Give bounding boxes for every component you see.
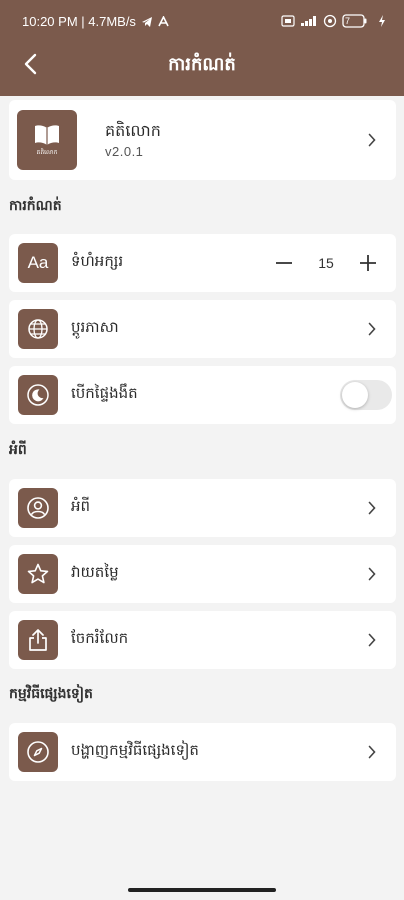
more-apps-label: បង្ហាញកម្មវិធីផ្សេងទៀត <box>71 741 199 759</box>
rate-label: វាយតម្លៃ <box>71 563 119 581</box>
app-header: 10:20 PM | 4.7MB/s 7 ការកំណត់ <box>0 0 404 96</box>
font-size-label: ទំហំអក្សរ <box>71 252 124 270</box>
app-version: v2.0.1 <box>105 144 144 159</box>
increase-font-button[interactable] <box>354 249 382 277</box>
moon-icon <box>18 375 58 415</box>
more-apps-section-label: កម្មវិធីផ្សេងទៀត <box>9 686 93 702</box>
compass-icon <box>18 732 58 772</box>
charging-icon <box>378 15 386 27</box>
share-label: ចែករំលែក <box>71 629 129 647</box>
hotspot-icon <box>323 14 337 28</box>
share-icon <box>18 620 58 660</box>
about-label: អំពី <box>71 497 91 515</box>
plus-icon <box>360 255 376 271</box>
book-icon <box>35 124 59 145</box>
app-bar: ការកំណត់ <box>0 42 404 86</box>
chevron-right-icon <box>366 744 378 760</box>
font-size-row: Aa ទំហំអក្សរ 15 <box>9 234 396 292</box>
status-time-speed: 10:20 PM | 4.7MB/s <box>22 14 136 29</box>
app-name: គតិលោក <box>105 121 161 140</box>
chevron-right-icon <box>366 566 378 582</box>
toggle-knob <box>342 382 368 408</box>
settings-section-label: ការកំណត់ <box>9 198 62 214</box>
signal-icon <box>300 15 318 27</box>
dark-mode-label: បើកផ្ទៃងងឹត <box>71 384 138 402</box>
telegram-icon <box>141 16 153 28</box>
chevron-right-icon <box>366 500 378 516</box>
more-apps-row[interactable]: បង្ហាញកម្មវិធីផ្សេងទៀត <box>9 723 396 781</box>
app-info-card[interactable]: គតិលោក គតិលោក v2.0.1 <box>9 100 396 180</box>
about-section-label: អំពី <box>9 442 27 458</box>
dark-mode-toggle[interactable] <box>340 380 392 410</box>
star-icon <box>18 554 58 594</box>
user-circle-icon <box>18 488 58 528</box>
minus-icon <box>276 262 292 264</box>
globe-icon <box>18 309 58 349</box>
status-bar: 10:20 PM | 4.7MB/s 7 <box>0 10 404 34</box>
chevron-right-icon <box>366 321 378 337</box>
sim-icon <box>281 15 295 27</box>
font-size-stepper: 15 <box>270 248 382 278</box>
about-row[interactable]: អំពី <box>9 479 396 537</box>
share-row[interactable]: ចែករំលែក <box>9 611 396 669</box>
font-size-value: 15 <box>318 255 334 271</box>
rate-row[interactable]: វាយតម្លៃ <box>9 545 396 603</box>
language-label: ប្តូរភាសា <box>71 318 119 336</box>
page-title: ការកំណត់ <box>168 54 236 75</box>
font-size-icon: Aa <box>18 243 58 283</box>
a-notification-icon <box>158 16 169 27</box>
home-indicator[interactable] <box>128 888 276 892</box>
chevron-right-icon <box>366 632 378 648</box>
dark-mode-row: បើកផ្ទៃងងឹត <box>9 366 396 424</box>
decrease-font-button[interactable] <box>270 249 298 277</box>
logo-caption: គតិលោក <box>36 149 58 156</box>
language-row[interactable]: ប្តូរភាសា <box>9 300 396 358</box>
chevron-right-icon <box>366 132 378 148</box>
app-logo: គតិលោក <box>17 110 77 170</box>
